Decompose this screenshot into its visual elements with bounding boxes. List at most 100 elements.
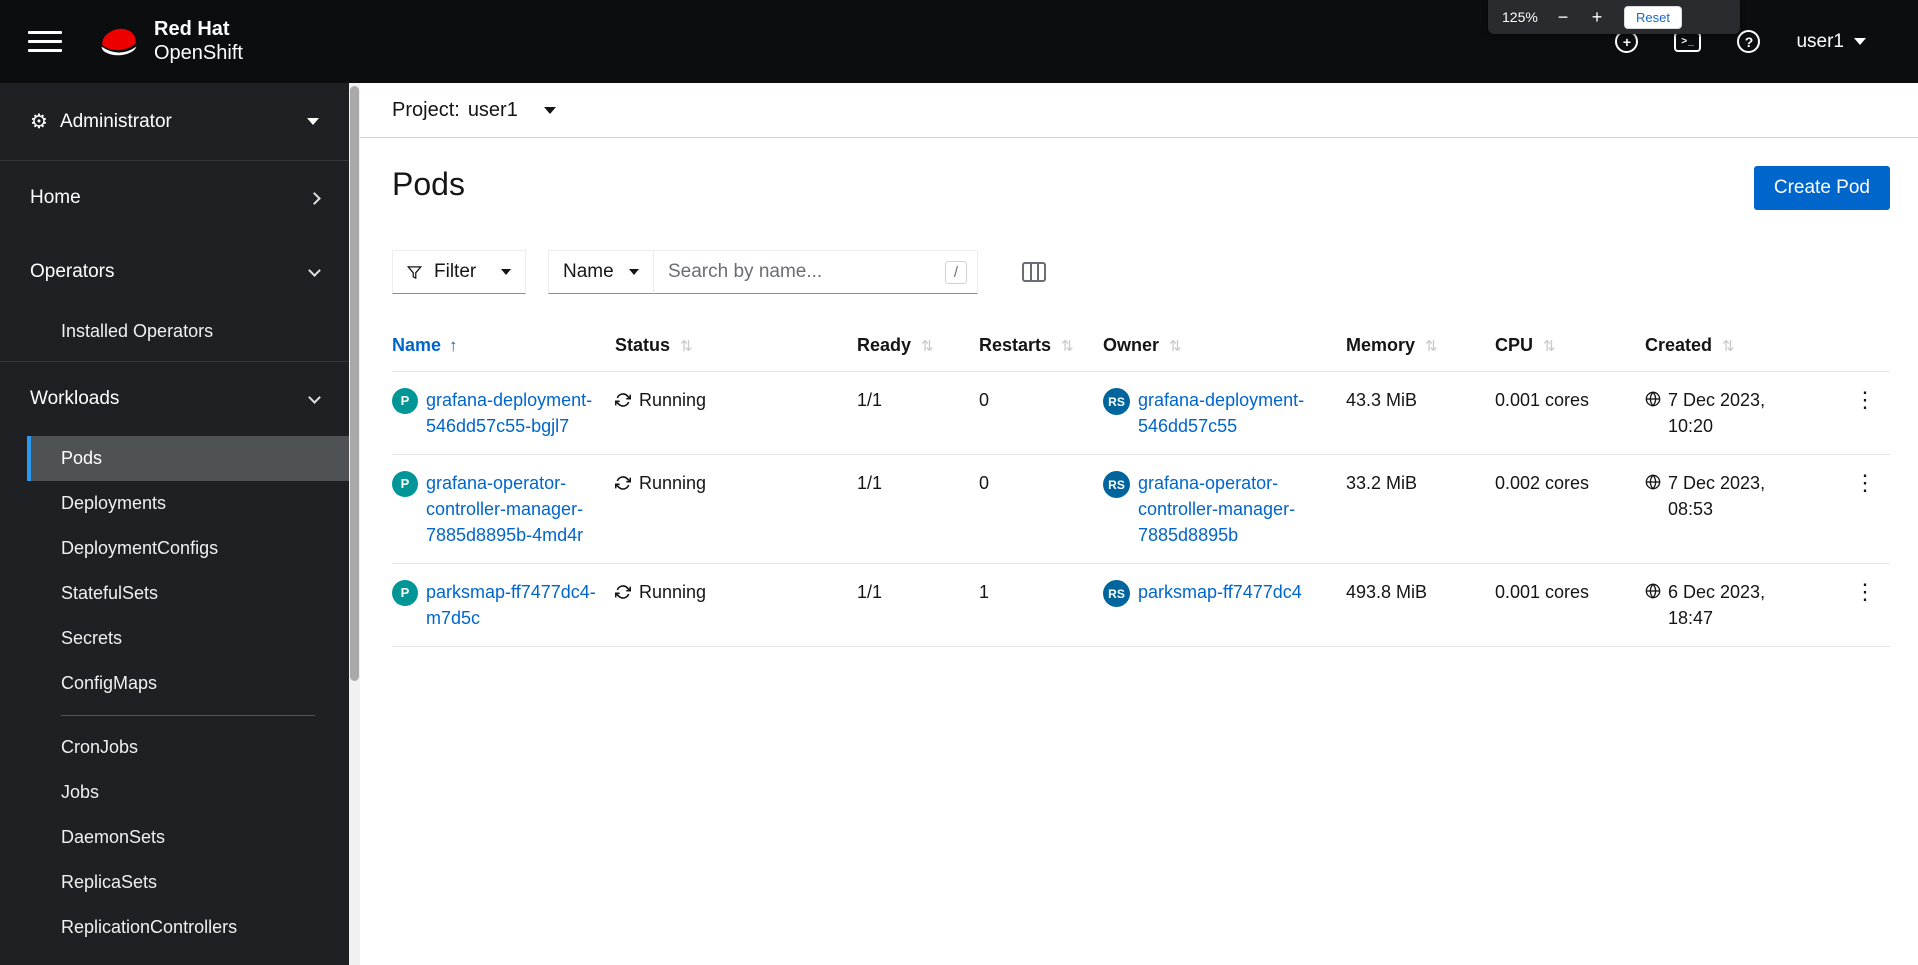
pod-cpu: 0.001 cores: [1495, 582, 1590, 602]
column-header-status[interactable]: Status ⇅: [615, 320, 857, 372]
sidebar-item-pods[interactable]: Pods: [27, 436, 349, 481]
sidebar-item-daemonsets[interactable]: DaemonSets: [27, 815, 349, 860]
pod-name-link[interactable]: grafana-deployment-546dd57c55-bgjl7: [426, 387, 603, 439]
pod-name-link[interactable]: grafana-operator-controller-manager-7885…: [426, 470, 603, 548]
owner-link[interactable]: grafana-deployment-546dd57c55: [1138, 387, 1326, 439]
user-label: user1: [1796, 30, 1844, 52]
zoom-in-button[interactable]: +: [1586, 8, 1608, 26]
table-row: P grafana-deployment-546dd57c55-bgjl7 Ru…: [392, 371, 1890, 455]
sidebar-item-installed-operators[interactable]: Installed Operators: [27, 309, 349, 354]
gear-icon: ⚙: [30, 111, 48, 133]
perspective-label: Administrator: [59, 110, 172, 132]
zoom-out-button[interactable]: −: [1552, 8, 1574, 26]
sidebar-item-secrets[interactable]: Secrets: [27, 616, 349, 661]
browser-zoom-overlay: 125% − + Reset: [1488, 0, 1740, 34]
sort-icon: ⇅: [1061, 338, 1074, 355]
pod-memory: 493.8 MiB: [1346, 582, 1428, 602]
sidebar-item-jobs[interactable]: Jobs: [27, 770, 349, 815]
sidebar-nav: ⚙ Administrator Home Operators Installed…: [0, 83, 349, 965]
globe-icon: [1645, 474, 1661, 490]
manage-columns-button[interactable]: [1022, 261, 1046, 283]
column-header-owner[interactable]: Owner ⇅: [1103, 320, 1346, 372]
sidebar-item-deploymentconfigs[interactable]: DeploymentConfigs: [27, 526, 349, 571]
search-input[interactable]: [668, 261, 939, 283]
owner-link[interactable]: grafana-operator-controller-manager-7885…: [1138, 470, 1326, 548]
sidebar-item-replicasets[interactable]: ReplicaSets: [27, 860, 349, 905]
kebab-menu-icon[interactable]: ⋮: [1846, 470, 1884, 496]
sidebar-item-configmaps[interactable]: ConfigMaps: [27, 661, 349, 706]
brand-line2: OpenShift: [154, 41, 243, 64]
sidebar-item-operators[interactable]: Operators: [0, 235, 349, 309]
sidebar-scrollbar-track[interactable]: [349, 83, 360, 965]
column-header-ready[interactable]: Ready ⇅: [857, 320, 979, 372]
sidebar-item-statefulsets[interactable]: StatefulSets: [27, 571, 349, 616]
brand-logo: Red Hat OpenShift: [96, 18, 243, 65]
chevron-right-icon: [308, 191, 321, 205]
red-hat-icon: [101, 28, 137, 55]
pod-status: Running: [639, 390, 707, 410]
sync-running-icon: [615, 476, 631, 490]
project-value: user1: [467, 98, 518, 121]
pod-restarts: 0: [979, 390, 990, 410]
pod-ready: 1/1: [857, 473, 883, 493]
sync-running-icon: [615, 393, 631, 407]
pod-badge: P: [392, 388, 418, 414]
replicaset-badge: RS: [1103, 471, 1130, 498]
search-attribute-dropdown[interactable]: Name: [548, 250, 654, 294]
help-icon[interactable]: ?: [1737, 30, 1761, 53]
globe-icon: [1645, 391, 1661, 407]
nav-divider: [61, 715, 315, 716]
columns-icon: [1022, 262, 1046, 282]
column-header-cpu[interactable]: CPU ⇅: [1495, 320, 1645, 372]
create-pod-button[interactable]: Create Pod: [1753, 166, 1890, 210]
pod-ready: 1/1: [857, 582, 883, 602]
pod-memory: 43.3 MiB: [1346, 390, 1418, 410]
sort-icon: ⇅: [921, 338, 934, 355]
sidebar-item-deployments[interactable]: Deployments: [27, 481, 349, 526]
page-title: Pods: [392, 166, 465, 202]
kebab-menu-icon[interactable]: ⋮: [1846, 387, 1884, 413]
kebab-menu-icon[interactable]: ⋮: [1846, 579, 1884, 605]
replicaset-badge: RS: [1103, 388, 1130, 415]
chevron-down-icon: [308, 263, 321, 277]
column-header-restarts[interactable]: Restarts ⇅: [979, 320, 1103, 372]
pod-restarts: 1: [979, 582, 990, 602]
sidebar-item-replicationcontrollers[interactable]: ReplicationControllers: [27, 905, 349, 950]
sort-icon: ⇅: [1543, 338, 1556, 355]
column-header-memory[interactable]: Memory ⇅: [1346, 320, 1495, 372]
sidebar-scrollbar-thumb[interactable]: [350, 86, 359, 681]
pod-status: Running: [639, 473, 707, 493]
caret-down-icon: [307, 118, 319, 125]
owner-link[interactable]: parksmap-ff7477dc4: [1138, 579, 1302, 605]
column-header-created[interactable]: Created ⇅: [1645, 320, 1841, 372]
project-selector[interactable]: Project: user1: [360, 83, 1918, 138]
pod-badge: P: [392, 471, 418, 497]
filter-funnel-icon: [407, 265, 422, 279]
pod-badge: P: [392, 580, 418, 606]
terminal-icon[interactable]: >_: [1674, 31, 1702, 52]
zoom-level: 125%: [1502, 9, 1538, 25]
user-menu[interactable]: user1: [1796, 31, 1866, 53]
sidebar-item-workloads[interactable]: Workloads: [0, 362, 349, 436]
sidebar-item-cronjobs[interactable]: CronJobs: [27, 725, 349, 770]
pod-memory: 33.2 MiB: [1346, 473, 1418, 493]
sort-ascending-icon: ↑: [449, 336, 458, 355]
pod-name-link[interactable]: parksmap-ff7477dc4-m7d5c: [426, 579, 603, 631]
sync-running-icon: [615, 585, 631, 599]
pod-cpu: 0.001 cores: [1495, 390, 1590, 410]
brand-line1: Red Hat: [154, 17, 230, 40]
zoom-reset-button[interactable]: Reset: [1624, 5, 1682, 29]
sidebar-group-workloads: Workloads Pods Deployments DeploymentCon…: [0, 362, 349, 950]
filter-dropdown[interactable]: Filter: [392, 250, 526, 294]
project-label: Project:: [392, 98, 460, 121]
column-header-name[interactable]: Name ↑: [392, 320, 615, 372]
pod-created: 7 Dec 2023, 08:53: [1668, 473, 1766, 519]
pod-ready: 1/1: [857, 390, 883, 410]
perspective-switcher[interactable]: ⚙ Administrator: [0, 83, 349, 161]
main-content: Project: user1 Pods Create Pod Filter Na…: [360, 83, 1918, 965]
sort-icon: ⇅: [1169, 338, 1182, 355]
hamburger-menu-icon[interactable]: [28, 31, 62, 52]
sidebar-item-home[interactable]: Home: [0, 161, 349, 235]
pod-status: Running: [639, 582, 707, 602]
column-header-actions: [1841, 320, 1890, 372]
